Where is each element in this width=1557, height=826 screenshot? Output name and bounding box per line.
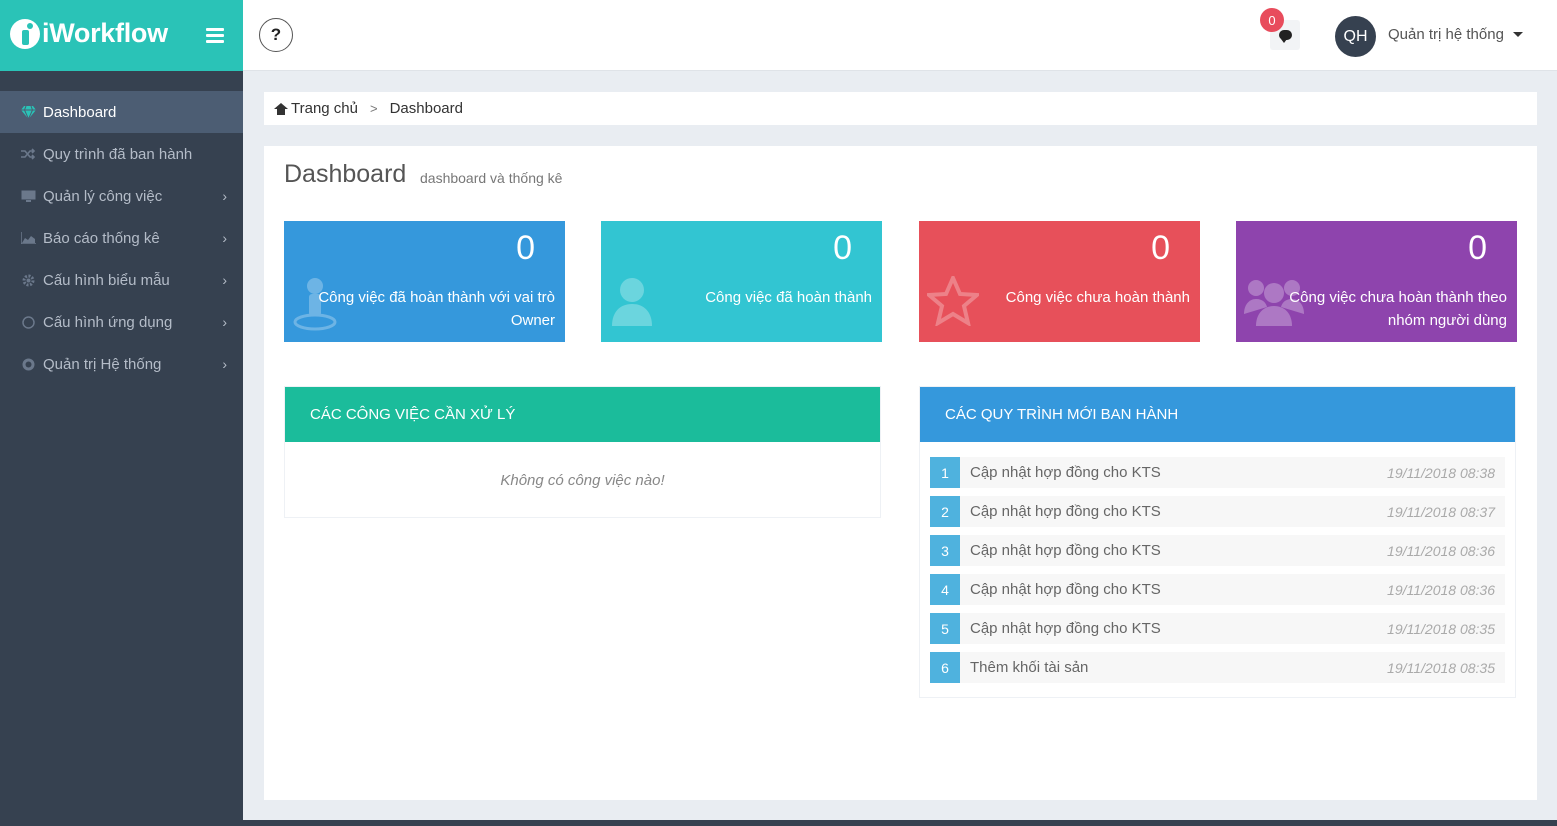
breadcrumb-current: Dashboard (389, 100, 463, 117)
breadcrumb-home-link[interactable]: Trang chủ (291, 100, 358, 117)
star-icon (927, 276, 979, 326)
main-content: Dashboard dashboard và thống kê 0 Công v… (264, 146, 1537, 800)
list-item-index: 4 (930, 574, 960, 605)
list-item-time: 19/11/2018 08:37 (1387, 503, 1495, 520)
tasks-panel-title: CÁC CÔNG VIỆC CẦN XỬ LÝ (285, 387, 880, 442)
sidebar-item-label: Quản trị Hệ thống (43, 355, 162, 373)
list-item-name: Cập nhật hợp đồng cho KTS (970, 542, 1161, 559)
help-button[interactable]: ? (259, 18, 293, 52)
stat-label: Công việc chưa hoàn thành (1005, 289, 1190, 306)
gear-icon (20, 272, 36, 288)
brand-bar: iWorkflow (0, 0, 243, 71)
shuffle-icon (20, 146, 36, 162)
area-chart-icon (20, 230, 36, 246)
chevron-right-icon: › (222, 314, 227, 330)
logo-icon (10, 18, 40, 49)
stat-label: Công việc đã hoàn thành với vai trò Owne… (318, 289, 555, 329)
tasks-empty-message: Không có công việc nào! (500, 472, 665, 489)
list-item-time: 19/11/2018 08:38 (1387, 464, 1495, 481)
stat-label: Công việc chưa hoàn thành theo nhóm ngườ… (1289, 289, 1507, 329)
page-title: Dashboard (284, 160, 407, 188)
caret-down-icon[interactable] (1513, 32, 1523, 37)
list-item-index: 6 (930, 652, 960, 683)
list-item-time: 19/11/2018 08:35 (1387, 620, 1495, 637)
sidebar-item-reports[interactable]: Báo cáo thống kê › (0, 217, 243, 259)
chat-icon (1278, 30, 1292, 43)
list-item-index: 2 (930, 496, 960, 527)
list-item-name: Cập nhật hợp đồng cho KTS (970, 581, 1161, 598)
home-icon (274, 102, 288, 115)
chevron-right-icon: › (222, 188, 227, 204)
list-item[interactable]: 1 Cập nhật hợp đồng cho KTS 19/11/2018 0… (930, 457, 1505, 488)
sidebar-item-label: Cấu hình ứng dụng (43, 313, 173, 331)
stat-card-uncompleted-group[interactable]: 0 Công việc chưa hoàn thành theo nhóm ng… (1236, 221, 1517, 342)
stat-value: 0 (516, 229, 535, 267)
stat-card-uncompleted[interactable]: 0 Công việc chưa hoàn thành (919, 221, 1200, 342)
logo-text: iWorkflow (42, 18, 168, 48)
list-item[interactable]: 3 Cập nhật hợp đồng cho KTS 19/11/2018 0… (930, 535, 1505, 566)
stat-value: 0 (833, 229, 852, 267)
breadcrumb-separator-icon: > (369, 101, 378, 116)
processes-panel: CÁC QUY TRÌNH MỚI BAN HÀNH 1 Cập nhật hợ… (919, 386, 1516, 698)
sidebar-item-dashboard[interactable]: Dashboard (0, 91, 243, 133)
chevron-right-icon: › (222, 272, 227, 288)
sidebar-item-label: Báo cáo thống kê (43, 229, 160, 247)
top-bar: ? 0 QH Quản trị hệ thống (243, 0, 1557, 71)
chevron-right-icon: › (222, 356, 227, 372)
sidebar-item-system-admin[interactable]: Quản trị Hệ thống › (0, 343, 243, 385)
sidebar-item-task-management[interactable]: Quản lý công việc › (0, 175, 243, 217)
page-subtitle: dashboard và thống kê (420, 170, 563, 186)
processes-list: 1 Cập nhật hợp đồng cho KTS 19/11/2018 0… (920, 442, 1515, 683)
avatar[interactable]: QH (1335, 16, 1376, 57)
sidebar-item-label: Quy trình đã ban hành (43, 145, 193, 163)
list-item[interactable]: 2 Cập nhật hợp đồng cho KTS 19/11/2018 0… (930, 496, 1505, 527)
list-item-name: Cập nhật hợp đồng cho KTS (970, 620, 1161, 637)
user-icon (612, 278, 652, 326)
list-item-name: Cập nhật hợp đồng cho KTS (970, 503, 1161, 520)
footer-strip (243, 820, 1557, 826)
sidebar-item-label: Quản lý công việc (43, 187, 163, 205)
menu-toggle-icon[interactable] (206, 28, 224, 44)
tasks-panel: CÁC CÔNG VIỆC CẦN XỬ LÝ Không có công vi… (284, 386, 881, 518)
list-item-time: 19/11/2018 08:36 (1387, 542, 1495, 559)
list-item-index: 5 (930, 613, 960, 644)
sidebar-item-label: Dashboard (43, 103, 117, 121)
breadcrumb: Trang chủ > Dashboard (264, 92, 1537, 125)
list-item-index: 1 (930, 457, 960, 488)
sidebar-item-label: Cấu hình biểu mẫu (43, 271, 170, 289)
sidebar: iWorkflow Dashboard Quy trình đã ban hàn… (0, 0, 243, 826)
globe-icon (20, 356, 36, 372)
list-item-time: 19/11/2018 08:36 (1387, 581, 1495, 598)
sidebar-menu: Dashboard Quy trình đã ban hành Quản lý … (0, 91, 243, 385)
circle-icon (20, 314, 36, 330)
logo[interactable]: iWorkflow (10, 18, 168, 49)
list-item-index: 3 (930, 535, 960, 566)
notification-badge: 0 (1260, 8, 1284, 32)
monitor-icon (20, 188, 36, 204)
list-item-name: Thêm khối tài sản (970, 659, 1089, 676)
sidebar-item-form-config[interactable]: Cấu hình biểu mẫu › (0, 259, 243, 301)
list-item-name: Cập nhật hợp đồng cho KTS (970, 464, 1161, 481)
list-item[interactable]: 4 Cập nhật hợp đồng cho KTS 19/11/2018 0… (930, 574, 1505, 605)
processes-panel-title: CÁC QUY TRÌNH MỚI BAN HÀNH (920, 387, 1515, 442)
stat-label: Công việc đã hoàn thành (705, 289, 872, 306)
list-item[interactable]: 6 Thêm khối tài sản 19/11/2018 08:35 (930, 652, 1505, 683)
chevron-right-icon: › (222, 230, 227, 246)
user-name[interactable]: Quản trị hệ thống (1388, 26, 1504, 43)
stat-card-completed-owner[interactable]: 0 Công việc đã hoàn thành với vai trò Ow… (284, 221, 565, 342)
list-item-time: 19/11/2018 08:35 (1387, 659, 1495, 676)
stat-value: 0 (1151, 229, 1170, 267)
list-item[interactable]: 5 Cập nhật hợp đồng cho KTS 19/11/2018 0… (930, 613, 1505, 644)
stat-value: 0 (1468, 229, 1487, 267)
stat-card-completed[interactable]: 0 Công việc đã hoàn thành (601, 221, 882, 342)
sidebar-item-app-config[interactable]: Cấu hình ứng dụng › (0, 301, 243, 343)
diamond-icon (20, 104, 36, 120)
sidebar-item-published-processes[interactable]: Quy trình đã ban hành (0, 133, 243, 175)
